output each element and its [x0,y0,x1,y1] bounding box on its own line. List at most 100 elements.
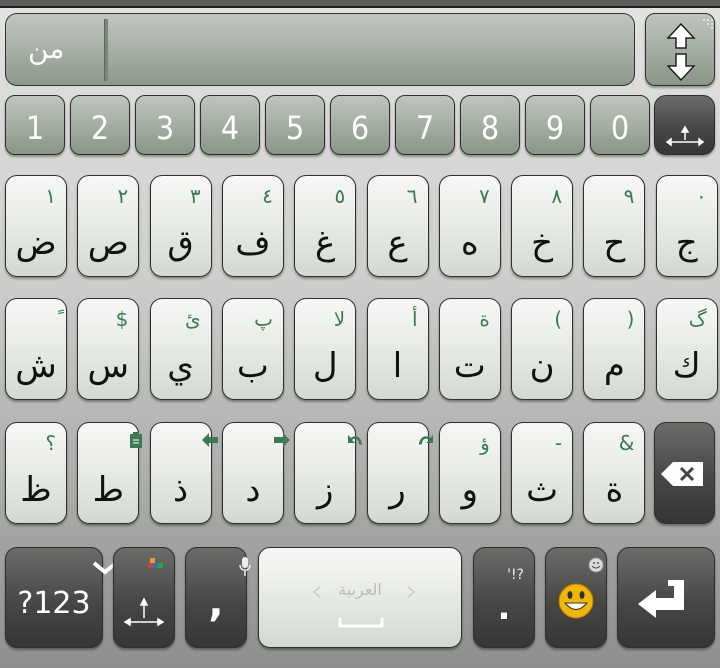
key-hint: ٨ [551,184,563,208]
suggestion-bar: من [5,13,635,86]
key-hint: ٥ [334,184,346,208]
key-label: ض [15,223,57,263]
delete-button[interactable] [654,422,715,524]
key-label: ه [460,223,479,263]
number-key-3[interactable]: 3 [135,95,195,155]
number-key-8[interactable]: 8 [460,95,520,155]
keyboard-resize-button[interactable] [645,13,715,86]
letter-key-ق[interactable]: ق٣ [149,175,212,277]
key-label: ش [15,346,57,386]
key-hint: ( [554,307,563,331]
key-label: 4 [220,109,240,147]
number-key-7[interactable]: 7 [395,95,455,155]
letter-key-ص[interactable]: ص٢ [77,175,140,277]
key-label: ص [87,223,129,263]
letter-key-ف[interactable]: ف٤ [221,175,284,277]
key-hint: ١ [45,184,56,208]
number-key-5[interactable]: 5 [265,95,325,155]
key-label: غ [315,223,336,263]
key-label: ر [389,470,406,510]
letter-key-م[interactable]: م) [583,298,646,400]
key-hint: - [554,431,563,455]
letter-key-ط[interactable]: ط [77,422,143,524]
key-label: ا [392,346,403,386]
letter-key-ح[interactable]: ح٩ [583,175,646,277]
key-label: خ [531,223,554,263]
key-label: 0 [610,109,630,147]
key-label: ي [167,346,194,386]
letter-key-ض[interactable]: ض١ [5,175,67,277]
key-hint: لا [333,307,346,331]
enter-button[interactable] [617,547,715,648]
number-key-6[interactable]: 6 [330,95,390,155]
cursor-control-key[interactable] [654,95,715,155]
key-label: . [497,588,511,628]
number-key-1[interactable]: 1 [5,95,65,155]
symbols-key[interactable]: ?123 [5,547,118,648]
key-label: ?123 [17,586,91,621]
letter-key-ت[interactable]: تة [438,298,501,400]
letter-key-غ[interactable]: غ٥ [294,175,357,277]
letter-key-ل[interactable]: ل لا [294,298,357,400]
language-label: العربية [338,580,382,599]
letter-key-و[interactable]: وؤ [438,422,501,524]
key-hint: ة [479,307,490,331]
period-key[interactable]: . '!? [473,547,535,648]
letter-key-خ[interactable]: خ٨ [511,175,574,277]
number-key-9[interactable]: 9 [525,95,585,155]
key-hint: & [618,431,635,455]
key-label: 5 [285,109,305,147]
letter-key-ه[interactable]: ه٧ [438,175,501,277]
key-label: 3 [155,109,175,147]
top-edge [0,0,720,8]
letter-key-ش[interactable]: شًَ [5,298,67,400]
emoji-key[interactable] [545,547,607,648]
number-key-2[interactable]: 2 [70,95,130,155]
letter-key-ة[interactable]: ة & [583,422,646,524]
number-key-4[interactable]: 4 [200,95,260,155]
key-label: ح [603,223,626,263]
key-label: ظ [20,470,52,510]
key-label: ف [235,223,271,263]
letter-key-س[interactable]: س $ [77,298,140,400]
key-label: 6 [350,109,370,147]
letter-key-ر[interactable]: ر [366,422,433,524]
letter-key-ج[interactable]: ج٠ [655,175,718,277]
key-label: ث [526,470,559,510]
key-hint: پ [254,307,273,331]
key-label: 8 [480,109,500,147]
key-label: 1 [25,109,45,147]
key-label: د [245,470,261,510]
key-label: ب [236,346,269,386]
key-label: ق [167,223,194,263]
letter-key-ظ[interactable]: ظ ؟ [5,422,67,524]
key-label: ك [672,346,701,386]
key-label: ذ [173,470,189,510]
key-label: ل [312,346,338,386]
suggestion-word[interactable]: من [28,32,64,65]
letter-key-ث[interactable]: ث- [511,422,574,524]
comma-key[interactable]: , [185,547,251,648]
letter-key-ي[interactable]: يئ [149,298,212,400]
key-label: و [461,470,478,510]
key-hint: ؟ [45,431,56,455]
letter-key-ب[interactable]: بپ [221,298,284,400]
key-hint: ئ [184,307,201,331]
key-hint: '!? [507,567,524,583]
key-label: م [603,346,625,386]
number-key-0[interactable]: 0 [590,95,650,155]
letter-key-ك[interactable]: كگ [655,298,718,400]
letter-key-ذ[interactable]: ذ [149,422,218,524]
key-hint: ٩ [623,184,635,208]
up-down-arrows-icon [666,19,713,82]
letter-key-ا[interactable]: اأ [366,298,429,400]
key-hint: ؤ [480,431,490,455]
key-hint: ) [626,307,635,331]
letter-key-د[interactable]: د [221,422,290,524]
letter-key-ن[interactable]: ن( [511,298,574,400]
key-label: 7 [415,109,435,147]
layout-key[interactable] [113,547,175,648]
letter-key-ز[interactable]: ز [294,422,363,524]
letter-key-ع[interactable]: ع٦ [366,175,429,277]
space-bar[interactable]: العربية [258,547,462,648]
